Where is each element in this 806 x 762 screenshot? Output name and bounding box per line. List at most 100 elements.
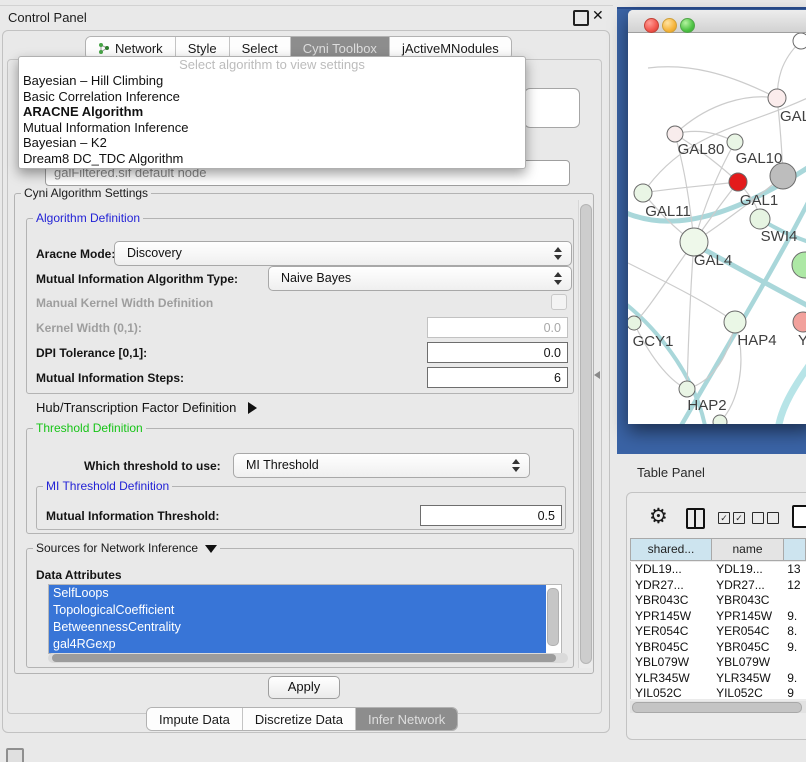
cyni-settings-group-title: Cyni Algorithm Settings [21,186,151,200]
algorithm-option-selected[interactable]: ARACNE Algorithm [19,104,525,120]
table-header-row: shared... name [630,538,806,561]
node[interactable] [793,33,806,49]
node-swi4[interactable] [750,209,770,229]
column-header-shared[interactable]: shared... [630,538,712,561]
algorithm-option[interactable]: Basic Correlation Inference [19,89,525,105]
tab-select-label: Select [242,41,278,56]
node-label: SWI4 [761,228,798,245]
select-all-columns-icon[interactable]: ✓ ✓ [718,512,745,524]
deselect-all-columns-icon[interactable] [752,512,779,524]
network-icon [98,42,110,54]
cell-shared: YDL19... [631,562,712,578]
table-row[interactable]: YDR27...YDR27...12 [631,578,806,594]
algorithm-option[interactable]: Dream8 DC_TDC Algorithm [19,151,525,167]
table-row[interactable]: YBL079WYBL079W [631,655,806,671]
node[interactable] [768,89,786,107]
table-rows: YDL19...YDL19...13 YDR27...YDR27...12 YB… [630,562,806,699]
attribute-item[interactable]: TopologicalCoefficient [49,602,546,619]
hub-definition-toggle[interactable]: Hub/Transcription Factor Definition [36,400,257,415]
network-canvas[interactable]: GAL GAL80 GAL10 GAL1 GAL11 SWI4 GAL4 GCY… [628,33,806,424]
node-gal80[interactable] [667,126,683,142]
manual-kernel-checkbox[interactable] [551,294,567,310]
algorithm-dropdown-popup: Select algorithm to view settings Bayesi… [18,56,526,169]
algorithm-option[interactable]: Bayesian – K2 [19,135,525,151]
node-hap4[interactable] [724,311,746,333]
cell-name: YBR043C [712,593,783,609]
algorithm-option[interactable]: Mutual Information Inference [19,120,525,136]
tab-impute-data[interactable]: Impute Data [147,708,243,730]
cell-value: 13 [783,562,806,578]
attributes-horizontal-scrollbar-thumb[interactable] [52,654,556,662]
teal-edges [628,161,806,424]
cell-shared: YER054C [631,624,712,640]
network-window-titlebar[interactable] [628,10,806,33]
checked-box-icon: ✓ [733,512,745,524]
node[interactable] [792,252,806,278]
tab-discretize-data[interactable]: Discretize Data [243,708,356,730]
data-attributes-list: SelfLoops TopologicalCoefficient Between… [48,584,562,654]
table-row[interactable]: YDL19...YDL19...13 [631,562,806,578]
mi-threshold-group-title: MI Threshold Definition [43,479,172,493]
node[interactable] [713,415,727,424]
node-gal10[interactable] [727,134,743,150]
table-row[interactable]: YER054CYER054C8. [631,624,806,640]
dpi-tolerance-label: DPI Tolerance [0,1]: [36,346,147,360]
settings-scrollbar-thumb[interactable] [580,204,592,664]
table-panel-title: Table Panel [637,465,705,480]
close-icon[interactable]: ✕ [592,7,604,24]
node-selected-red[interactable] [729,173,747,191]
mi-type-select[interactable]: Naive Bayes [268,266,572,291]
cell-value: 12 [783,578,806,594]
node-hap2[interactable] [679,381,695,397]
node-gcy1[interactable] [628,316,641,330]
table-horizontal-scrollbar-thumb[interactable] [632,702,802,713]
table-row[interactable]: YPR145WYPR145W9. [631,609,806,625]
attribute-item[interactable]: SelfLoops [49,585,546,602]
table-row[interactable]: YLR345WYLR345W9. [631,671,806,687]
manual-kernel-label: Manual Kernel Width Definition [36,296,213,310]
column-header-clipped[interactable] [784,538,806,561]
gear-icon[interactable]: ⚙ [649,505,668,529]
cell-shared: YBL079W [631,655,712,671]
splitter-collapse-icon[interactable] [594,371,600,379]
node-gal11[interactable] [634,184,652,202]
traffic-light-zoom-icon[interactable] [680,18,695,33]
cell-name: YIL052C [712,686,783,699]
table-row[interactable]: YBR043CYBR043C [631,593,806,609]
top-divider [0,5,613,6]
cell-name: YBR045C [712,640,783,656]
cell-name: YBL079W [712,655,783,671]
data-attributes-label: Data Attributes [36,568,122,582]
table-row[interactable]: YBR045CYBR045C9. [631,640,806,656]
columns-icon[interactable] [686,508,705,529]
which-threshold-select[interactable]: MI Threshold [233,453,530,478]
mi-steps-label: Mutual Information Steps: [36,371,184,385]
attribute-item[interactable]: BetweennessCentrality [49,619,546,636]
cell-value: 9. [783,671,806,687]
traffic-light-close-icon[interactable] [644,18,659,33]
cell-name: YER054C [712,624,783,640]
unchecked-box-icon [767,512,779,524]
attribute-item[interactable]: gal4RGexp [49,636,546,653]
mi-threshold-input[interactable] [420,505,562,526]
sources-group-toggle[interactable]: Sources for Network Inference [33,541,220,555]
docked-panel-icon[interactable] [6,748,24,762]
column-header-name[interactable]: name [712,538,784,561]
network-graph: GAL GAL80 GAL10 GAL1 GAL11 SWI4 GAL4 GCY… [628,33,806,424]
aracne-mode-select[interactable]: Discovery [114,241,572,266]
float-panel-icon[interactable] [573,10,589,26]
algorithm-combobox-partial[interactable] [524,88,580,128]
kernel-width-input[interactable] [427,317,568,338]
document-icon[interactable] [792,505,806,528]
tab-infer-network[interactable]: Infer Network [356,708,457,730]
node-salmon[interactable] [793,312,806,332]
apply-button[interactable]: Apply [268,676,340,699]
attributes-vertical-scrollbar[interactable] [547,588,559,646]
dpi-tolerance-input[interactable] [427,342,568,363]
table-row[interactable]: YIL052CYIL052C9 [631,686,806,699]
cell-name: YLR345W [712,671,783,687]
cell-shared: YBR045C [631,640,712,656]
algorithm-option[interactable]: Bayesian – Hill Climbing [19,73,525,89]
traffic-light-minimize-icon[interactable] [662,18,677,33]
mi-steps-input[interactable] [427,367,568,388]
